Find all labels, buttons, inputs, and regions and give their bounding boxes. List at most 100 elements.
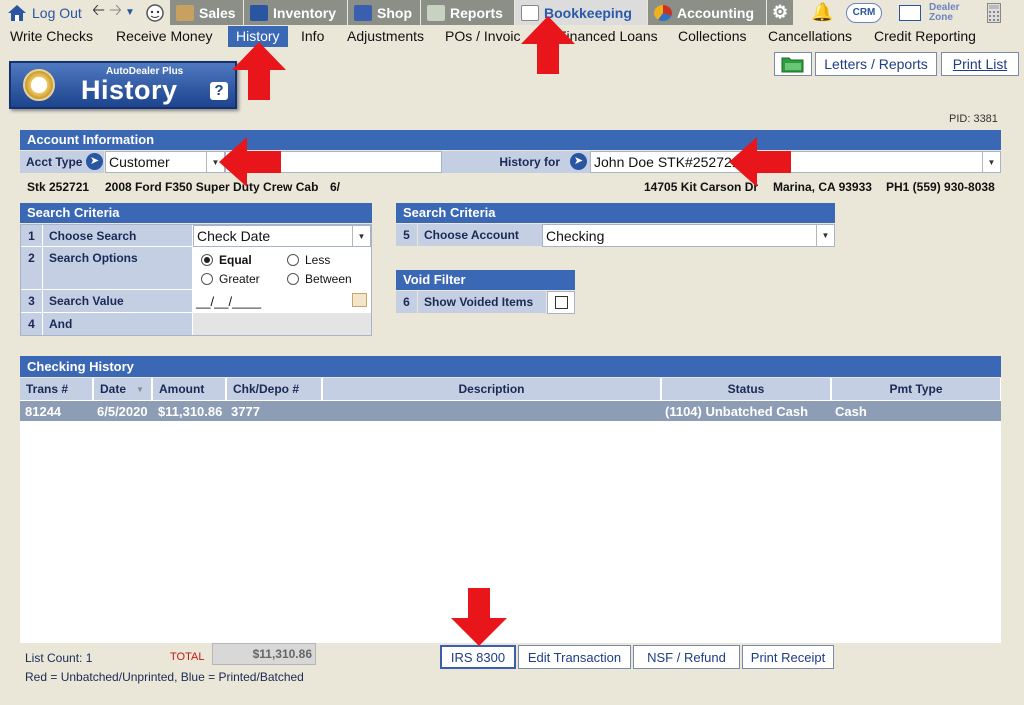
submenu-adjustments[interactable]: Adjustments xyxy=(347,28,424,44)
dealer-zone-line1: Dealer xyxy=(929,1,960,13)
customer-phone: PH1 (559) 930-8038 xyxy=(886,180,995,194)
total-label: TOTAL xyxy=(170,651,205,663)
up-arrow-icon xyxy=(521,16,575,74)
row-number: 3 xyxy=(21,290,42,312)
option-less[interactable]: Less xyxy=(287,253,330,267)
radio-selected-icon xyxy=(201,254,213,266)
acct-type-select[interactable]: Customer ▼ xyxy=(105,151,225,173)
radio-icon xyxy=(287,254,299,266)
option-greater[interactable]: Greater xyxy=(201,272,260,286)
bell-icon[interactable]: 🔔 xyxy=(811,0,833,25)
pid-label: PID: 3381 xyxy=(949,113,998,125)
show-voided-checkbox[interactable] xyxy=(554,296,568,309)
tab-reports[interactable]: Reports xyxy=(421,0,514,25)
col-pmt-type[interactable]: Pmt Type xyxy=(832,378,1001,400)
search-value-label: Search Value xyxy=(43,290,192,312)
option-equal-label: Equal xyxy=(219,253,252,267)
chevron-down-icon: ▼ xyxy=(352,226,370,246)
search-value-text: __/__/____ xyxy=(196,293,262,309)
choose-account-select[interactable]: Checking ▼ xyxy=(542,224,835,247)
submenu-receive-money[interactable]: Receive Money xyxy=(116,28,213,44)
print-receipt-button[interactable]: Print Receipt xyxy=(742,645,834,669)
print-list-button[interactable]: Print List xyxy=(941,52,1019,76)
row-trans: 81244 xyxy=(25,403,62,419)
search-criteria-account-header: Search Criteria xyxy=(396,203,835,223)
irs-8300-button[interactable]: IRS 8300 xyxy=(440,645,516,669)
row-number: 2 xyxy=(21,247,42,289)
radio-icon xyxy=(201,273,213,285)
lookup-icon[interactable]: ➤ xyxy=(86,153,103,170)
tab-shop-label: Shop xyxy=(377,4,412,21)
left-arrow-icon xyxy=(219,137,281,187)
row-number: 6 xyxy=(396,291,417,313)
submenu-info[interactable]: Info xyxy=(301,28,324,44)
option-between[interactable]: Between xyxy=(287,272,352,286)
row-amount: $11,310.86 xyxy=(158,403,223,419)
history-for-lookup-icon[interactable]: ➤ xyxy=(570,153,587,170)
export-folder-button[interactable] xyxy=(774,52,812,76)
crm-button[interactable]: CRM xyxy=(846,0,882,25)
search-value-input[interactable]: __/__/____ xyxy=(193,290,371,312)
col-chk-depo[interactable]: Chk/Depo # xyxy=(227,378,322,400)
calculator-icon[interactable] xyxy=(987,0,1001,25)
col-amount[interactable]: Amount xyxy=(153,378,226,400)
choose-account-value: Checking xyxy=(546,227,605,244)
choose-search-value: Check Date xyxy=(197,228,271,244)
tab-shop[interactable]: Shop xyxy=(348,0,420,25)
option-greater-label: Greater xyxy=(219,272,260,286)
letters-reports-button[interactable]: Letters / Reports xyxy=(815,52,937,76)
col-date[interactable]: Date ▼ xyxy=(94,378,152,400)
col-status[interactable]: Status xyxy=(662,378,831,400)
submenu-write-checks[interactable]: Write Checks xyxy=(10,28,93,44)
total-value: $11,310.86 xyxy=(212,643,316,665)
and-value-input xyxy=(193,313,371,335)
col-trans[interactable]: Trans # xyxy=(20,378,93,400)
help-icon[interactable]: ? xyxy=(210,82,228,100)
submenu-collections[interactable]: Collections xyxy=(678,28,746,44)
and-label: And xyxy=(43,313,192,335)
history-for-select[interactable]: John Doe STK#252721 ▼ xyxy=(590,151,1001,173)
user-face-icon[interactable] xyxy=(145,0,165,25)
row-number: 1 xyxy=(21,225,42,246)
forward-arrow-icon[interactable]: 🡢 xyxy=(109,0,122,25)
tab-accounting[interactable]: Accounting xyxy=(648,0,766,25)
history-dropdown-icon[interactable]: ▼ xyxy=(125,0,135,25)
dealer-zone-button[interactable]: Dealer Zone xyxy=(899,0,960,25)
show-voided-label: Show Voided Items xyxy=(418,291,546,313)
sub-menu: Write Checks Receive Money History Info … xyxy=(0,25,1024,48)
col-description[interactable]: Description xyxy=(323,378,661,400)
col-date-label: Date xyxy=(100,382,127,396)
row-number: 4 xyxy=(21,313,42,335)
nsf-refund-button[interactable]: NSF / Refund xyxy=(633,645,740,669)
checking-history-header: Checking History xyxy=(20,356,1001,377)
row-pmt-type: Cash xyxy=(835,403,867,419)
calendar-icon[interactable] xyxy=(352,293,367,307)
logout-link[interactable]: Log Out xyxy=(6,0,82,25)
dealer-zone-line2: Zone xyxy=(929,11,953,23)
salesperson-icon xyxy=(176,4,194,21)
pie-chart-icon xyxy=(654,4,672,21)
tab-inventory[interactable]: Inventory xyxy=(244,0,347,25)
choose-search-select[interactable]: Check Date ▼ xyxy=(193,225,371,247)
history-for-value: John Doe STK#252721 xyxy=(594,154,740,170)
tab-reports-label: Reports xyxy=(450,4,503,21)
edit-transaction-button[interactable]: Edit Transaction xyxy=(518,645,631,669)
folder-icon xyxy=(781,57,804,73)
vehicle-description: 2008 Ford F350 Super Duty Crew Cab xyxy=(105,180,319,194)
submenu-credit-reporting[interactable]: Credit Reporting xyxy=(874,28,976,44)
crm-cloud-icon: CRM xyxy=(846,2,882,23)
stock-number: Stk 252721 xyxy=(27,180,90,194)
submenu-pos-invoices[interactable]: POs / Invoic xyxy=(445,28,520,44)
list-count: List Count: 1 xyxy=(25,651,93,665)
color-legend: Red = Unbatched/Unprinted, Blue = Printe… xyxy=(25,670,304,684)
gear-icon[interactable]: ⚙ xyxy=(767,0,793,25)
dealer-zone-icon xyxy=(899,4,921,21)
option-equal[interactable]: Equal xyxy=(201,253,252,267)
report-icon xyxy=(427,4,445,21)
vehicle-extra: 6/ xyxy=(330,180,341,194)
wrench-icon xyxy=(354,4,372,21)
left-arrow-icon xyxy=(729,137,791,187)
submenu-cancellations[interactable]: Cancellations xyxy=(768,28,852,44)
tab-sales[interactable]: Sales xyxy=(170,0,243,25)
back-arrow-icon[interactable]: 🡠 xyxy=(92,0,105,25)
